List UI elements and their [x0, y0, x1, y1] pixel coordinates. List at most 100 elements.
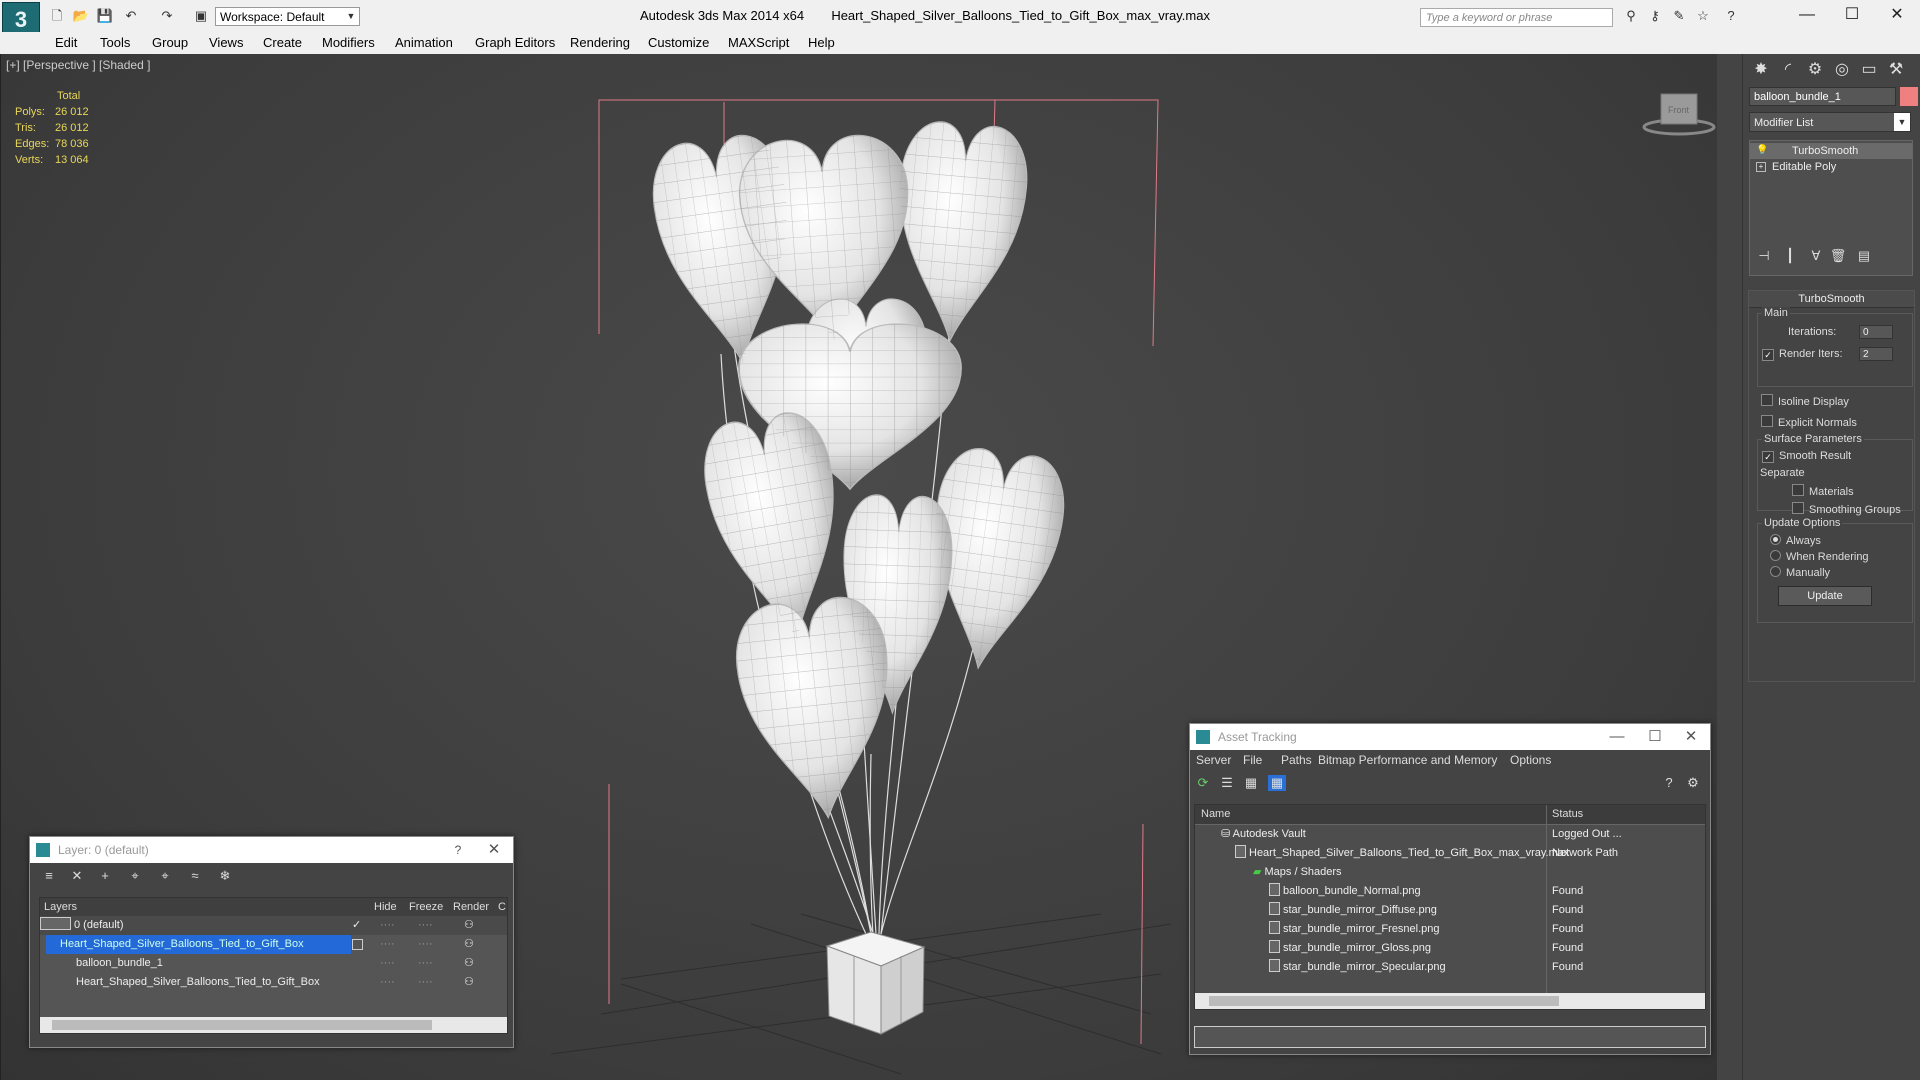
menu-file[interactable]: File: [1243, 750, 1262, 770]
highlight-layer-icon[interactable]: ⌖: [156, 868, 174, 884]
asset-row[interactable]: balloon_bundle_Normal.png Found: [1195, 882, 1705, 901]
signin-icon[interactable]: ✎: [1670, 8, 1688, 24]
explicit-normals-checkbox[interactable]: Explicit Normals: [1761, 415, 1857, 429]
scrollbar-thumb[interactable]: [52, 1020, 432, 1030]
render-iters-checkbox[interactable]: ✓ Render Iters:: [1762, 348, 1843, 361]
col-status[interactable]: Status: [1546, 805, 1583, 824]
motion-tab-icon[interactable]: ◎: [1830, 59, 1854, 81]
menu-maxscript[interactable]: MAXScript: [728, 35, 789, 50]
materials-checkbox[interactable]: Materials: [1792, 484, 1854, 498]
stack-item-editable-poly[interactable]: + Editable Poly: [1750, 159, 1912, 175]
new-file-icon[interactable]: 🗋: [48, 8, 66, 24]
manually-radio[interactable]: Manually: [1770, 566, 1830, 579]
menu-edit[interactable]: Edit: [55, 35, 77, 50]
asset-row[interactable]: star_bundle_mirror_Specular.png Found: [1195, 958, 1705, 977]
minimize-icon[interactable]: —: [1602, 724, 1632, 750]
viewcube-icon[interactable]: Front: [1642, 93, 1716, 136]
layer-box-icon[interactable]: [352, 939, 363, 950]
asset-row[interactable]: ▰ Maps / Shaders: [1195, 863, 1705, 882]
create-layer-icon[interactable]: ≡: [40, 868, 58, 884]
remove-modifier-icon[interactable]: 🗑: [1829, 248, 1847, 264]
create-tab-icon[interactable]: ✸: [1749, 59, 1773, 81]
menu-server[interactable]: Server: [1196, 750, 1231, 770]
minimize-icon[interactable]: —: [1787, 4, 1827, 26]
update-button[interactable]: Update: [1778, 586, 1872, 606]
expand-icon[interactable]: +: [1756, 162, 1766, 172]
hold-icon[interactable]: ▣: [192, 8, 210, 24]
menu-paths[interactable]: Paths: [1281, 750, 1312, 770]
teapot-icon[interactable]: ⚇: [464, 954, 474, 973]
scrollbar-thumb[interactable]: [1209, 996, 1559, 1006]
object-name-field[interactable]: balloon_bundle_1: [1749, 87, 1896, 106]
layer-row[interactable]: 0 (default) ✓ ···· ···· ⚇: [40, 916, 507, 935]
make-unique-icon[interactable]: ∀: [1807, 248, 1825, 264]
menu-group[interactable]: Group: [152, 35, 188, 50]
menu-bitmap-performance[interactable]: Bitmap Performance and Memory: [1318, 750, 1497, 770]
redo-icon[interactable]: ↷: [158, 8, 176, 24]
teapot-icon[interactable]: ⚇: [464, 973, 474, 992]
list-view-icon[interactable]: ☰: [1218, 775, 1236, 791]
menu-options[interactable]: Options: [1510, 750, 1551, 770]
hierarchy-tab-icon[interactable]: ⚙: [1803, 59, 1827, 81]
asset-row[interactable]: ⛁ Autodesk Vault Logged Out ...: [1195, 825, 1705, 844]
utilities-tab-icon[interactable]: ⚒: [1884, 59, 1908, 81]
menu-customize[interactable]: Customize: [648, 35, 709, 50]
help-icon[interactable]: ?: [443, 837, 473, 863]
teapot-icon[interactable]: ⚇: [464, 935, 474, 954]
stack-item-turbosmooth[interactable]: 💡 TurboSmooth: [1750, 143, 1912, 159]
modify-tab-icon[interactable]: ◜: [1776, 59, 1800, 81]
always-radio[interactable]: Always: [1770, 534, 1821, 547]
menu-animation[interactable]: Animation: [395, 35, 453, 50]
render-iters-spinner[interactable]: 2: [1859, 347, 1893, 361]
layer-window-titlebar[interactable]: Layer: 0 (default) ? ✕: [30, 837, 513, 863]
layer-row[interactable]: balloon_bundle_1 ···· ···· ⚇: [40, 954, 507, 973]
smoothing-groups-checkbox[interactable]: Smoothing Groups: [1792, 502, 1901, 516]
layer-row[interactable]: Heart_Shaped_Silver_Balloons_Tied_to_Gif…: [40, 973, 507, 992]
layer-row[interactable]: Heart_Shaped_Silver_Balloons_Tied_to_Gif…: [40, 935, 507, 954]
iterations-spinner[interactable]: 0: [1859, 325, 1893, 339]
lightbulb-icon[interactable]: 💡: [1756, 143, 1768, 159]
refresh-icon[interactable]: ⟳: [1194, 775, 1212, 791]
hide-all-icon[interactable]: ≈: [186, 868, 204, 884]
asset-row[interactable]: star_bundle_mirror_Diffuse.png Found: [1195, 901, 1705, 920]
rollout-title[interactable]: TurboSmooth: [1749, 291, 1914, 308]
object-color-swatch[interactable]: [1900, 87, 1918, 106]
col-render[interactable]: Render: [453, 898, 489, 916]
binoculars-icon[interactable]: ⚲: [1622, 8, 1640, 24]
horizontal-scrollbar[interactable]: [40, 1017, 507, 1033]
delete-layer-icon[interactable]: ✕: [68, 868, 86, 884]
active-check-icon[interactable]: ✓: [352, 916, 361, 935]
menu-rendering[interactable]: Rendering: [570, 35, 630, 50]
col-freeze[interactable]: Freeze: [409, 898, 443, 916]
close-icon[interactable]: ✕: [1676, 724, 1706, 750]
key-icon[interactable]: ⚷: [1646, 8, 1664, 24]
close-icon[interactable]: ✕: [1877, 4, 1917, 26]
chevron-down-icon[interactable]: ▼: [1894, 113, 1910, 131]
display-tab-icon[interactable]: ▭: [1857, 59, 1881, 81]
asset-row[interactable]: star_bundle_mirror_Fresnel.png Found: [1195, 920, 1705, 939]
menu-graph-editors[interactable]: Graph Editors: [475, 35, 555, 50]
col-name[interactable]: Name: [1201, 805, 1230, 824]
undo-icon[interactable]: ↶: [122, 8, 140, 24]
close-icon[interactable]: ✕: [479, 837, 509, 863]
asset-row[interactable]: Heart_Shaped_Silver_Balloons_Tied_to_Gif…: [1195, 844, 1705, 863]
open-file-icon[interactable]: 📂: [72, 8, 90, 24]
when-rendering-radio[interactable]: When Rendering: [1770, 550, 1869, 563]
col-hide[interactable]: Hide: [374, 898, 397, 916]
help-icon[interactable]: ?: [1722, 8, 1740, 24]
help-icon[interactable]: ?: [1660, 775, 1678, 791]
teapot-icon[interactable]: ⚇: [464, 916, 474, 935]
add-to-layer-icon[interactable]: +: [96, 868, 114, 884]
menu-tools[interactable]: Tools: [100, 35, 130, 50]
show-end-result-icon[interactable]: ┃: [1781, 248, 1799, 264]
chevron-down-icon[interactable]: ▼: [342, 8, 360, 24]
configure-sets-icon[interactable]: ▤: [1855, 248, 1873, 264]
menu-views[interactable]: Views: [209, 35, 243, 50]
asset-row[interactable]: star_bundle_mirror_Gloss.png Found: [1195, 939, 1705, 958]
modifier-list-dropdown[interactable]: Modifier List ▼: [1749, 112, 1911, 132]
freeze-all-icon[interactable]: ❄: [216, 868, 234, 884]
pin-stack-icon[interactable]: ⊣: [1755, 248, 1773, 264]
star-icon[interactable]: ☆: [1694, 8, 1712, 24]
search-input[interactable]: Type a keyword or phrase: [1420, 8, 1613, 27]
col-color[interactable]: C: [498, 898, 506, 916]
